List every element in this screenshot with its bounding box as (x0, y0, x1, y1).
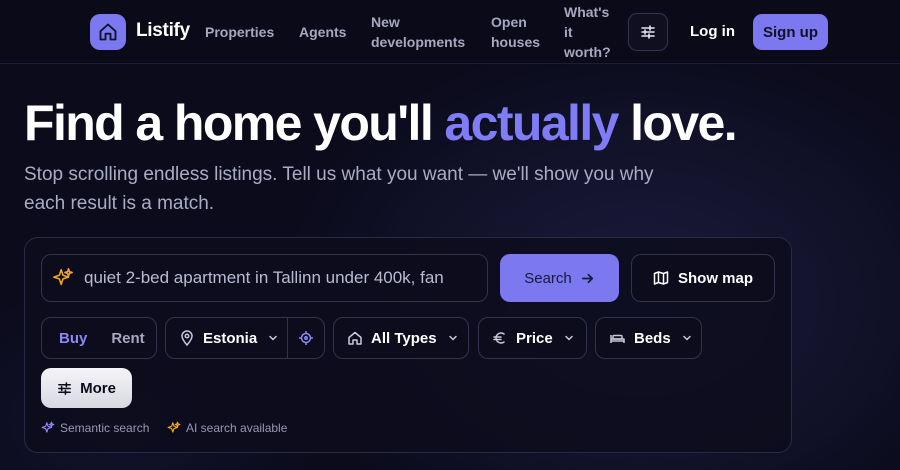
search-button-label: Search (524, 269, 572, 287)
sparkle-icon (167, 421, 181, 433)
chevron-down-icon (448, 335, 457, 341)
chevron-down-icon (682, 335, 691, 341)
nav-link-open-houses[interactable]: Open houses (491, 12, 540, 52)
search-button[interactable]: Search (500, 254, 619, 302)
home-icon (348, 331, 362, 345)
sliders-icon (58, 381, 71, 395)
crosshair-icon[interactable] (298, 330, 314, 346)
location-select[interactable]: Estonia (165, 317, 325, 359)
location-pin-icon (181, 330, 193, 346)
hero-title-accent: actually (444, 95, 619, 151)
sparkle-icon (53, 268, 73, 286)
property-type-select[interactable]: All Types (333, 317, 469, 359)
nav-link-properties[interactable]: Properties (205, 22, 274, 42)
beds-value: Beds (634, 329, 671, 347)
show-map-label: Show map (677, 269, 753, 287)
more-filters-label: More (80, 379, 116, 397)
ai-search-note: AI search available (167, 421, 287, 435)
bed-icon (610, 334, 625, 343)
signup-button[interactable]: Sign up (753, 14, 828, 50)
buy-option[interactable]: Buy (59, 330, 87, 347)
sparkle-icon (41, 421, 55, 433)
map-icon (653, 271, 669, 285)
location-value: Estonia (203, 329, 258, 347)
search-field[interactable] (41, 254, 488, 302)
chevron-down-icon (564, 335, 573, 341)
location-divider (287, 318, 288, 358)
buy-rent-toggle: Buy Rent (41, 317, 157, 359)
chevron-down-icon (269, 335, 277, 341)
price-select[interactable]: Price (478, 317, 587, 359)
semantic-search-note: Semantic search (41, 421, 149, 435)
brand-name[interactable]: Listify (136, 20, 190, 42)
login-link[interactable]: Log in (690, 23, 735, 40)
show-map-button[interactable]: Show map (631, 254, 775, 302)
filters-toggle-button[interactable] (628, 13, 668, 51)
arrow-right-icon (581, 273, 593, 283)
sliders-icon (641, 25, 655, 39)
euro-icon (493, 332, 505, 344)
nav-link-agents[interactable]: Agents (299, 22, 346, 42)
price-value: Price (516, 329, 553, 347)
hero-title: Find a home you'll actually love. (24, 95, 738, 151)
property-type-value: All Types (371, 329, 437, 347)
nav-link-whats-it-worth[interactable]: What's it worth? (564, 2, 611, 62)
rent-option[interactable]: Rent (111, 330, 144, 347)
top-nav: Listify Properties Agents New developmen… (0, 0, 900, 64)
search-input[interactable] (84, 268, 454, 288)
more-filters-button[interactable]: More (41, 368, 132, 408)
hero-subtitle: Stop scrolling endless listings. Tell us… (24, 164, 654, 214)
beds-select[interactable]: Beds (595, 317, 702, 359)
nav-link-new-developments[interactable]: New developments (371, 12, 465, 52)
logo-icon[interactable] (90, 14, 126, 50)
